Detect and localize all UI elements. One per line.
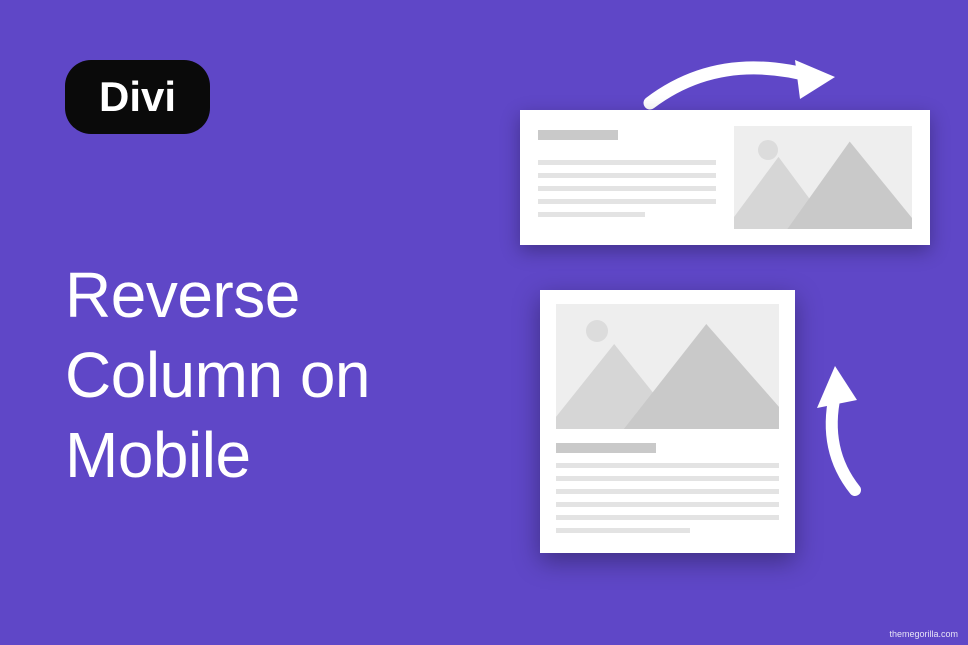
placeholder-heading <box>556 443 656 453</box>
brand-badge: Divi <box>65 60 210 134</box>
title-line-3: Mobile <box>65 419 251 491</box>
image-column <box>734 126 912 229</box>
attribution-text: themegorilla.com <box>889 629 958 639</box>
placeholder-line <box>556 463 779 468</box>
placeholder-line <box>556 515 779 520</box>
placeholder-line <box>538 173 716 178</box>
placeholder-line <box>538 186 716 191</box>
page-title: Reverse Column on Mobile <box>65 255 370 495</box>
placeholder-line <box>556 528 690 533</box>
mobile-layout-mock <box>540 290 795 553</box>
arrow-up-icon <box>815 360 870 500</box>
arrow-right-icon <box>640 55 840 110</box>
placeholder-line <box>538 212 645 217</box>
text-column <box>538 126 716 229</box>
title-line-2: Column on <box>65 339 370 411</box>
placeholder-line <box>556 502 779 507</box>
placeholder-heading <box>538 130 618 140</box>
placeholder-line <box>556 476 779 481</box>
text-column <box>556 463 779 533</box>
desktop-layout-mock <box>520 110 930 245</box>
title-line-1: Reverse <box>65 259 300 331</box>
image-column <box>556 304 779 429</box>
placeholder-line <box>538 199 716 204</box>
placeholder-line <box>556 489 779 494</box>
placeholder-line <box>538 160 716 165</box>
